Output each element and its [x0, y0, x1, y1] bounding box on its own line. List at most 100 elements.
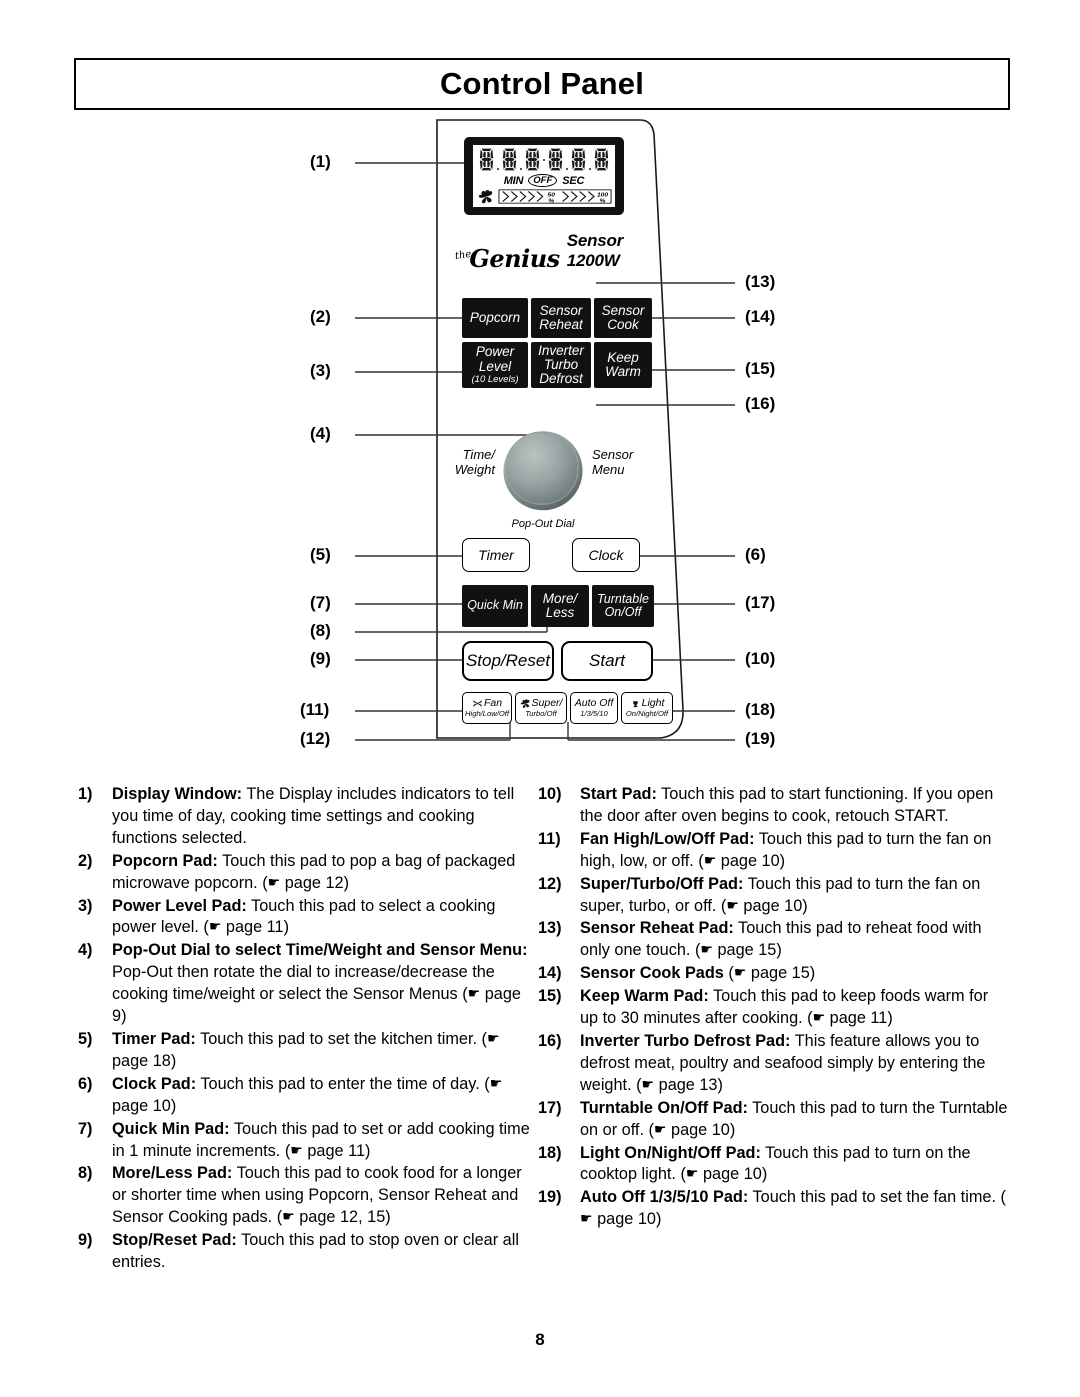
description-item-title: Super/Turbo/Off Pad:: [580, 874, 744, 893]
description-item-title: Timer Pad:: [112, 1029, 196, 1048]
description-item-tail: ): [779, 851, 786, 870]
pointing-hand-icon: ☛: [703, 851, 717, 868]
callout-7: (7): [310, 593, 331, 612]
page-reference: page 15: [712, 941, 777, 960]
timer-pad-label: Timer: [478, 546, 514, 563]
description-item-tail: ): [283, 918, 289, 937]
description-item: 1) Display Window: The Display includes i…: [78, 784, 533, 850]
brand-model-text: Sensor 1200W: [566, 231, 624, 270]
popcorn-pad[interactable]: Popcorn: [462, 298, 528, 338]
sensor-reheat-pad[interactable]: Sensor Reheat: [531, 298, 591, 338]
description-item: 4) Pop-Out Dial to select Time/Weight and…: [78, 940, 533, 1028]
page-reference: page 11: [825, 1009, 888, 1028]
description-item-number: 16): [538, 1031, 562, 1050]
description-item-title: Inverter Turbo Defrost Pad:: [580, 1031, 791, 1050]
power-level-bar: 50 % 100 %: [498, 189, 612, 204]
decimal-point: [496, 147, 500, 172]
sensor-cook-pad-label-1: Sensor: [601, 302, 645, 318]
display-window: MIN OFF SEC 50 % 100 %: [464, 137, 624, 215]
timer-pad[interactable]: Timer: [462, 538, 530, 572]
description-item-text: Touch this pad to set the fan time. (: [748, 1188, 1006, 1207]
description-item-tail: ): [343, 873, 350, 892]
inverter-turbo-defrost-pad[interactable]: Inverter Turbo Defrost: [531, 342, 591, 388]
pointing-hand-icon: ☛: [486, 1029, 500, 1046]
fan-pad-label-1: Fan: [483, 697, 503, 709]
callout-8: (8): [310, 621, 331, 640]
page-reference: page 10: [738, 896, 803, 915]
description-item-number: 12): [538, 874, 562, 893]
clock-pad[interactable]: Clock: [572, 538, 640, 572]
super-pad-label-2: Turbo/Off: [525, 709, 557, 719]
super-turbo-off-pad[interactable]: Super/ Turbo/Off: [515, 692, 567, 724]
light-on-night-off-pad[interactable]: Light On/Night/Off: [621, 692, 673, 724]
page-reference: page 13: [654, 1075, 718, 1094]
stop-reset-pad[interactable]: Stop/Reset: [462, 641, 554, 681]
description-item-title: Sensor Cook Pads: [580, 964, 724, 983]
decimal-point: [565, 147, 569, 172]
callout-2: (2): [310, 307, 331, 326]
description-item: 15) Keep Warm Pad: Touch this pad to keep…: [538, 986, 1008, 1030]
description-item: 17) Turntable On/Off Pad: Touch this pad …: [538, 1098, 1008, 1142]
description-item-number: 13): [538, 919, 562, 938]
power-level-pad-label-1: Power: [475, 344, 515, 360]
page-reference: page 11: [221, 918, 284, 937]
fan-high-low-off-pad[interactable]: Fan High/Low/Off: [462, 692, 512, 724]
page-reference: page 18: [112, 1051, 171, 1070]
light-pad-label-2: On/Night/Off: [625, 709, 669, 719]
pointing-hand-icon: ☛: [812, 1009, 826, 1026]
brand-the-text: the: [454, 248, 473, 263]
pointing-hand-icon: ☛: [700, 941, 713, 958]
auto-off-pad-label-1: Auto Off: [574, 697, 614, 709]
turntable-on-off-pad[interactable]: Turntable On/Off: [592, 585, 654, 627]
callout-17: (17): [745, 593, 776, 612]
fan-pad-top-row: Fan: [472, 697, 503, 709]
page-reference: page 10: [666, 1120, 730, 1139]
description-item-title: Pop-Out Dial to select Time/Weight and S…: [112, 941, 528, 960]
stop-reset-pad-label: Stop/Reset: [465, 651, 551, 671]
svg-text:%: %: [548, 198, 554, 204]
description-item-tail: ): [365, 1141, 371, 1160]
description-item-text: (: [723, 964, 734, 983]
description-item-number: 9): [78, 1231, 93, 1250]
description-item: 18) Light On/Night/Off Pad: Touch this pa…: [538, 1143, 1008, 1187]
inverter-pad-label-2: Turbo: [543, 356, 579, 372]
more-less-pad[interactable]: More/ Less: [531, 585, 589, 627]
turntable-pad-label-2: On/Off: [604, 605, 642, 619]
sensor-cook-pad[interactable]: Sensor Cook: [594, 298, 652, 338]
callout-1: (1): [310, 152, 331, 171]
segment-digit: [479, 148, 494, 171]
power-level-pad[interactable]: Power Level (10 Levels): [462, 342, 528, 388]
control-panel-diagram: MIN OFF SEC 50 % 100 % the Genius Sensor…: [0, 110, 1080, 770]
keep-warm-pad-label-2: Warm: [605, 364, 641, 379]
description-list-left: 1) Display Window: The Display includes i…: [78, 784, 533, 1275]
description-item-title: Auto Off 1/3/5/10 Pad:: [580, 1188, 749, 1207]
page-reference: page 12: [280, 873, 344, 892]
description-item-number: 14): [538, 964, 562, 983]
description-item-tail: ): [655, 1210, 662, 1229]
keep-warm-pad-label-1: Keep: [607, 349, 639, 365]
sensor-reheat-pad-label-1: Sensor: [539, 302, 583, 318]
quick-min-pad[interactable]: Quick Min: [462, 585, 528, 627]
min-indicator: MIN: [503, 174, 524, 187]
dial-caption: Pop-Out Dial: [511, 518, 575, 530]
page-reference: page 10: [698, 1165, 762, 1184]
description-item-title: Keep Warm Pad:: [580, 987, 709, 1006]
description-item-tail: ): [761, 1165, 768, 1184]
start-pad[interactable]: Start: [561, 641, 653, 681]
decimal-point: [588, 147, 592, 172]
clock-pad-label: Clock: [588, 546, 624, 563]
display-indicator-row: MIN OFF SEC: [476, 174, 612, 188]
description-item-number: 18): [538, 1143, 562, 1162]
callout-12: (12): [300, 729, 331, 748]
pop-out-dial[interactable]: [500, 426, 586, 512]
description-item-title: Quick Min Pad:: [112, 1119, 230, 1138]
segment-digit: [502, 148, 517, 171]
description-item-title: Turntable On/Off Pad:: [580, 1098, 748, 1117]
callout-16: (16): [745, 394, 776, 413]
auto-off-pad[interactable]: Auto Off 1/3/5/10: [570, 692, 618, 724]
description-item: 11) Fan High/Low/Off Pad: Touch this pad …: [538, 829, 1008, 873]
description-item-tail: ): [121, 1007, 127, 1026]
description-item-tail: ): [170, 1051, 177, 1070]
fan-pad-label-2: High/Low/Off: [465, 709, 509, 719]
keep-warm-pad[interactable]: Keep Warm: [594, 342, 652, 388]
